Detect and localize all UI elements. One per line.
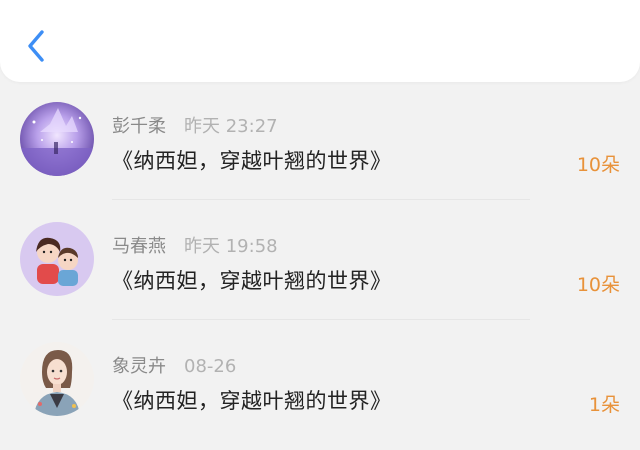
flower-count: 10朵 [576,154,620,176]
top-bar [0,0,640,82]
book-title: 《纳西妲，穿越叶翘的世界》 [112,389,392,413]
flower-count: 1朵 [588,394,620,416]
list-item[interactable]: 象灵卉 08-26 《纳西妲，穿越叶翘的世界》 1朵 [0,330,640,450]
record-time: 08-26 [184,356,237,377]
back-button[interactable] [18,28,54,68]
sender-name: 象灵卉 [112,356,166,377]
sender-name: 彭千柔 [112,116,166,137]
record-meta: 彭千柔 昨天 23:27 [112,112,278,138]
book-title: 《纳西妲，穿越叶翘的世界》 [112,149,392,173]
avatar[interactable] [20,222,94,296]
record-time: 昨天 23:27 [184,116,278,137]
avatar[interactable] [20,342,94,416]
record-time: 昨天 19:58 [184,236,278,257]
avatar[interactable] [20,102,94,176]
gift-record-list: 彭千柔 昨天 23:27 《纳西妲，穿越叶翘的世界》 10朵 马春燕 昨天 19:5… [0,90,640,450]
sender-name: 马春燕 [112,236,166,257]
chevron-left-icon [26,29,46,67]
divider [112,199,530,200]
book-title: 《纳西妲，穿越叶翘的世界》 [112,269,392,293]
record-meta: 马春燕 昨天 19:58 [112,232,278,258]
list-item[interactable]: 马春燕 昨天 19:58 《纳西妲，穿越叶翘的世界》 10朵 [0,210,640,330]
record-meta: 象灵卉 08-26 [112,352,236,378]
flower-count: 10朵 [576,274,620,296]
list-item[interactable]: 彭千柔 昨天 23:27 《纳西妲，穿越叶翘的世界》 10朵 [0,90,640,210]
divider [112,319,530,320]
